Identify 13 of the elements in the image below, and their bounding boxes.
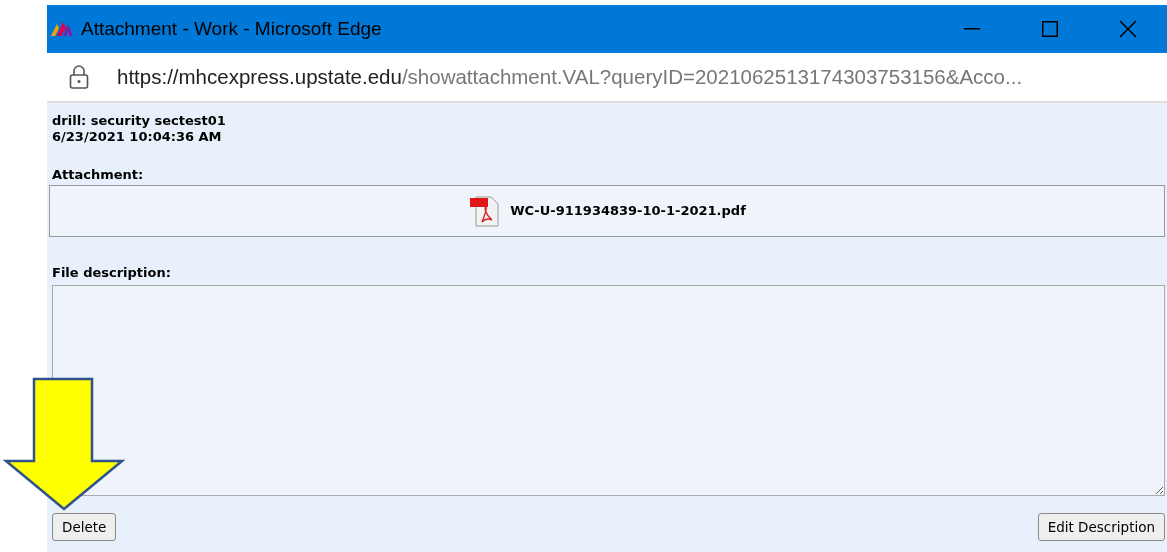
window-title: Attachment - Work - Microsoft Edge: [81, 16, 382, 41]
description-label: File description:: [52, 265, 172, 281]
file-link[interactable]: WC-U-911934839-10-1-2021.pdf: [510, 203, 746, 219]
attachment-label: Attachment:: [52, 167, 145, 183]
author-text: drill: security sectest01: [52, 113, 227, 129]
description-field[interactable]: [52, 285, 1165, 496]
maximize-icon[interactable]: [1042, 21, 1058, 37]
close-icon[interactable]: [1119, 20, 1137, 38]
delete-button[interactable]: Delete: [52, 513, 117, 542]
timestamp-text: 6/23/2021 10:04:36 AM: [52, 129, 223, 145]
edit-description-button[interactable]: Edit Description: [1037, 513, 1165, 542]
lock-icon: [69, 64, 89, 90]
url-text[interactable]: https://mhcexpress.upstate.edu/showattachment.VAL?queryID=2021062513174303753156&Acco...: [117, 61, 1023, 93]
